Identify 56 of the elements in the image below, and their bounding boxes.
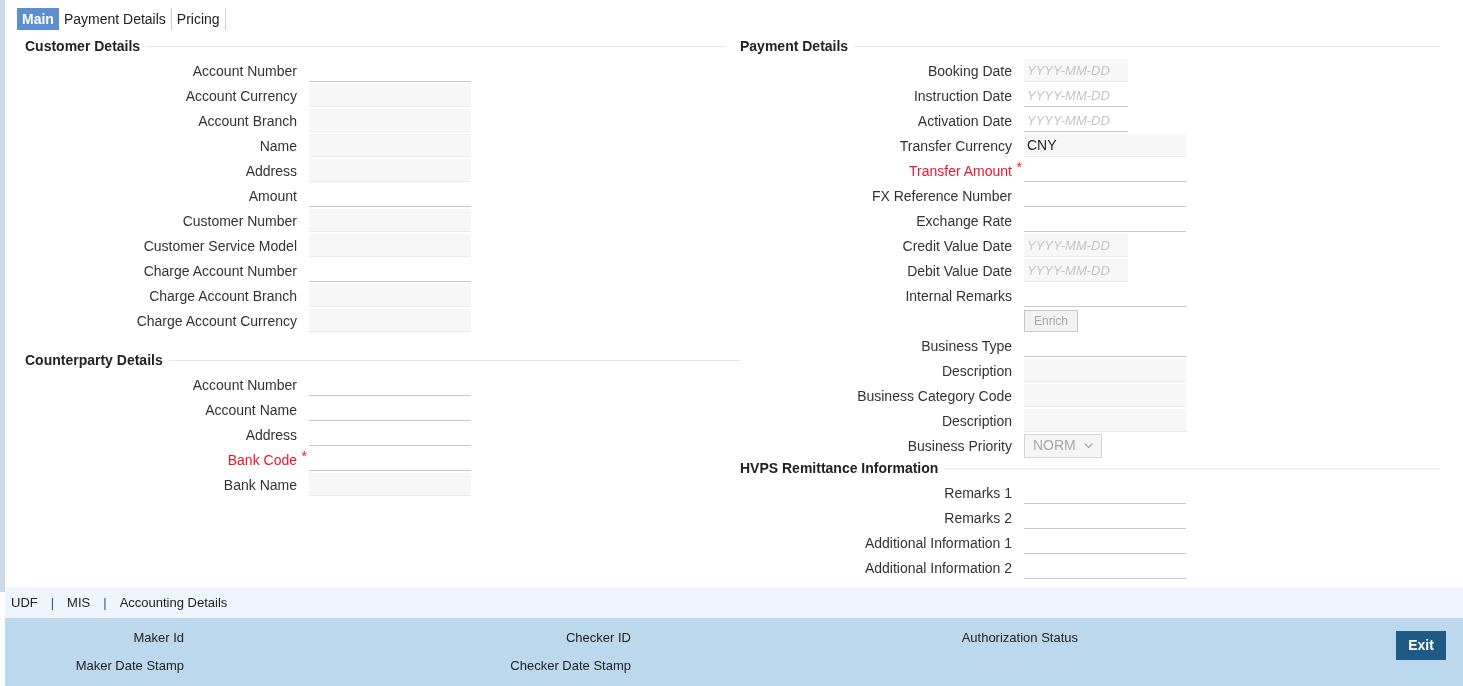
field-label: Bank Code [227, 451, 297, 468]
field-label: Booking Date [927, 62, 1012, 79]
field-label: Additional Information 2 [864, 559, 1012, 576]
field-label: Debit Value Date [907, 262, 1012, 279]
field-label: Description [941, 412, 1012, 429]
field-label: Address [245, 162, 297, 179]
link-separator: | [50, 593, 55, 612]
audit-label: Maker Id [133, 629, 184, 647]
field-label: Account Number [192, 376, 297, 393]
tab[interactable]: Pricing [171, 8, 226, 30]
field-label: Account Name [205, 401, 297, 418]
field-label: Account Currency [185, 87, 297, 104]
field-label: Activation Date [917, 112, 1012, 129]
field-label: Exchange Rate [916, 212, 1012, 229]
exit-button[interactable]: Exit [1396, 631, 1446, 660]
field-label: Name [259, 137, 297, 154]
field-label: Charge Account Number [143, 262, 297, 279]
section-title: Counterparty Details [25, 350, 164, 370]
section-title: Payment Details [740, 36, 850, 56]
footer-link[interactable]: UDF [11, 592, 38, 613]
required-mark: * [301, 446, 307, 466]
field-label: Bank Name [223, 476, 297, 493]
field-label: Credit Value Date [902, 237, 1012, 254]
tab[interactable]: Payment Details [58, 8, 172, 30]
field-label: Transfer Currency [899, 137, 1012, 154]
field-label: Charge Account Branch [149, 287, 297, 304]
field-label: FX Reference Number [871, 187, 1012, 204]
field-label: Instruction Date [913, 87, 1012, 104]
field-label: Business Category Code [857, 387, 1012, 404]
field-label: Account Number [192, 62, 297, 79]
field-label: Amount [248, 187, 297, 204]
field-label: Transfer Amount [909, 162, 1012, 179]
field-label: Customer Number [182, 212, 297, 229]
audit-label: Authorization Status [961, 629, 1078, 647]
field-label: Account Branch [198, 112, 297, 129]
field-label: Business Priority [907, 437, 1012, 454]
audit-label: Checker Date Stamp [510, 656, 631, 675]
chevron-down-icon [1083, 441, 1093, 450]
field-label: Additional Information 1 [864, 534, 1012, 551]
audit-label: Maker Date Stamp [75, 656, 184, 675]
footer-link[interactable]: Accounting Details [119, 592, 228, 613]
section-title: HVPS Remittance Information [740, 458, 940, 478]
field-label: Internal Remarks [905, 287, 1012, 304]
field-label: Business Type [921, 337, 1012, 354]
field-label: Customer Service Model [143, 237, 297, 254]
section-title: Customer Details [25, 36, 142, 56]
footer-link[interactable]: MIS [67, 592, 91, 613]
field-label: Description [941, 362, 1012, 379]
link-separator: | [103, 593, 107, 612]
required-mark: * [1016, 157, 1022, 177]
audit-label: Checker ID [565, 629, 631, 647]
field-label: Address [245, 426, 297, 443]
field-label: Remarks 1 [944, 484, 1012, 501]
field-label: Charge Account Currency [136, 312, 297, 329]
field-label: Remarks 2 [944, 509, 1012, 526]
text-field[interactable]: CNY [1024, 134, 1186, 157]
